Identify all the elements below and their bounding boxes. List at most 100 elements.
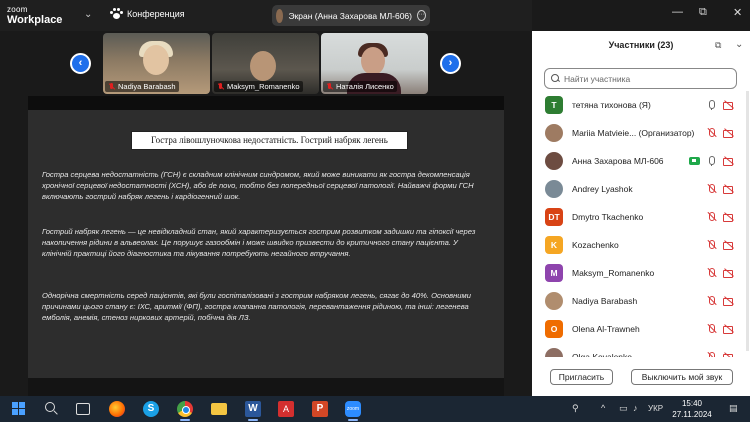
camera-off-icon[interactable] [723, 296, 734, 306]
language-indicator[interactable]: УКР [648, 404, 663, 413]
participant-name: Nadiya Barabash [572, 296, 638, 306]
search-input[interactable] [564, 73, 734, 84]
participant-row[interactable]: O Olena Al-Trawneh [532, 315, 750, 343]
camera-off-icon[interactable] [723, 128, 734, 138]
microphone-muted-icon[interactable] [706, 296, 717, 306]
restore-icon[interactable]: ⧉ [699, 6, 707, 19]
microphone-muted-icon[interactable] [706, 240, 717, 250]
people-icon[interactable]: ⚲ [572, 403, 579, 414]
participant-name: тетяна тихонова (Я) [572, 100, 651, 110]
clock-time: 15:40 [681, 399, 703, 408]
word-icon[interactable]: W [245, 401, 261, 417]
camera-off-icon[interactable] [723, 184, 734, 194]
conference-label: Конференция [127, 9, 185, 19]
video-tile[interactable]: Maksym_Romanenko [212, 33, 319, 94]
search-icon[interactable] [44, 401, 60, 417]
avatar [545, 124, 563, 142]
participant-row[interactable]: Mariia Matvieie... (Организатор) [532, 119, 750, 147]
firefox-icon[interactable] [109, 401, 125, 417]
next-videos-button[interactable]: › [440, 53, 461, 74]
participant-name: Dmytro Tkachenko [572, 212, 644, 222]
conference-button[interactable]: Конференция [110, 8, 185, 20]
participant-row[interactable]: Tтетяна тихонова (Я) [532, 91, 750, 119]
avatar [545, 152, 563, 170]
chrome-icon[interactable] [177, 401, 193, 417]
prev-videos-button[interactable]: ‹ [70, 53, 91, 74]
video-tile[interactable]: Nadiya Barabash [103, 33, 210, 94]
tray-expand-icon[interactable]: ^ [601, 403, 605, 413]
avatar [545, 292, 563, 310]
participant-name: Mariia Matvieie... (Организатор) [572, 128, 695, 138]
slide-paragraph: Гостра серцева недостатність (ГСН) є скл… [42, 170, 474, 201]
windows-start-icon[interactable] [12, 402, 25, 415]
share-frame-bottom [28, 378, 504, 396]
microphone-icon[interactable] [706, 100, 717, 110]
volume-icon[interactable]: ♪ [633, 403, 638, 413]
participant-row[interactable]: Nadiya Barabash [532, 287, 750, 315]
powerpoint-icon[interactable]: P [312, 401, 328, 417]
participant-row[interactable]: M Maksym_Romanenko [532, 259, 750, 287]
zoom-app-icon[interactable]: zoom [345, 401, 361, 417]
avatar: T [545, 96, 563, 114]
microphone-muted-icon[interactable] [706, 352, 717, 357]
skype-icon[interactable]: S [143, 401, 159, 417]
camera-off-icon[interactable] [723, 240, 734, 250]
camera-off-icon[interactable] [723, 100, 734, 110]
participant-name: Andrey Lyashok [572, 184, 633, 194]
search-icon [551, 74, 560, 83]
participant-row[interactable]: K Kozachenko [532, 231, 750, 259]
microphone-muted-icon[interactable] [706, 128, 717, 138]
participant-list: Tтетяна тихонова (Я) Mariia Matvieie... (… [532, 91, 750, 357]
avatar [545, 348, 563, 357]
screen-share-indicator[interactable]: Экран (Анна Захарова МЛ-606) ··· [272, 5, 430, 26]
folder-icon[interactable] [211, 403, 227, 415]
participant-row[interactable]: DT Dmytro Tkachenko [532, 203, 750, 231]
microphone-muted-icon[interactable] [706, 212, 717, 222]
camera-off-icon[interactable] [723, 268, 734, 278]
tile-namebar: Nadiya Barabash [105, 81, 179, 92]
logo-line2: Workplace [7, 14, 63, 26]
notifications-icon[interactable]: ▤ [729, 403, 738, 414]
popout-icon[interactable]: ⧉ [715, 40, 721, 51]
meeting-top-bar: zoom Workplace ⌄ Конференция Экран (Анна… [0, 0, 532, 31]
participant-row[interactable]: Andrey Lyashok [532, 175, 750, 203]
participant-row[interactable]: Olga Kovalenko [532, 343, 750, 357]
network-icon[interactable]: ▭ [619, 403, 628, 414]
camera-off-icon[interactable] [723, 324, 734, 334]
minimize-icon[interactable]: — [672, 6, 683, 18]
participant-search[interactable] [544, 68, 737, 89]
avatar [276, 8, 284, 23]
avatar: O [545, 320, 563, 338]
clock-date: 27.11.2024 [672, 410, 712, 419]
tile-name: Maksym_Romanenko [227, 82, 300, 91]
participants-panel: Участники (23) ⧉ ⌄ Tтетяна тихонова (Я)M… [532, 31, 750, 396]
microphone-icon[interactable] [706, 156, 717, 166]
scrollbar[interactable] [746, 91, 749, 351]
participant-name: Maksym_Romanenko [572, 268, 655, 278]
camera-off-icon[interactable] [723, 156, 734, 166]
clock[interactable]: 15:40 27.11.2024 [672, 398, 712, 420]
shared-slide: Гостра лівошлуночкова недостатність. Гос… [28, 110, 504, 378]
participant-name: Kozachenko [572, 240, 619, 250]
zoom-logo: zoom Workplace [7, 5, 63, 26]
microphone-muted-icon[interactable] [706, 184, 717, 194]
video-tile[interactable]: Наталія Лисенко [321, 33, 428, 94]
tile-namebar: Наталія Лисенко [323, 81, 397, 92]
task-view-icon[interactable] [76, 403, 90, 415]
paw-icon [110, 8, 123, 20]
microphone-muted-icon[interactable] [706, 324, 717, 334]
slide-paragraph: Гострий набряк легень — це невідкладний … [42, 227, 476, 258]
close-icon[interactable]: ✕ [733, 6, 742, 19]
chevron-down-icon[interactable]: ⌄ [735, 39, 743, 50]
invite-button[interactable]: Пригласить [550, 369, 613, 385]
microphone-muted-icon[interactable] [706, 268, 717, 278]
participant-row[interactable]: Анна Захарова МЛ-606 [532, 147, 750, 175]
mic-muted-icon [326, 82, 333, 91]
camera-off-icon[interactable] [723, 212, 734, 222]
more-icon[interactable]: ··· [417, 10, 426, 21]
camera-off-icon[interactable] [723, 352, 734, 357]
acrobat-icon[interactable]: A [278, 401, 294, 417]
mic-muted-icon [217, 82, 224, 91]
mute-self-button[interactable]: Выключить мой звук [631, 369, 733, 385]
chevron-down-icon[interactable]: ⌄ [84, 9, 92, 20]
